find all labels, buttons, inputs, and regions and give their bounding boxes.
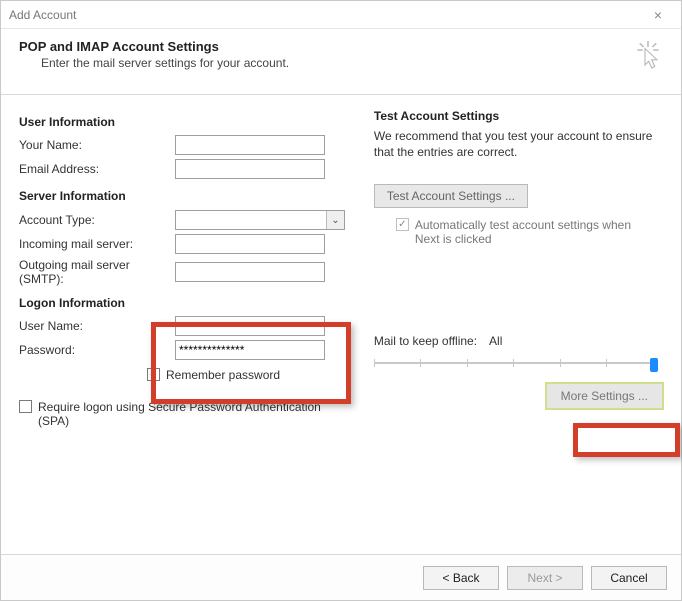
server-info-heading: Server Information (19, 189, 354, 203)
auto-test-checkbox[interactable]: ✓ Automatically test account settings wh… (374, 218, 663, 246)
account-type-select[interactable]: ⌄ (175, 210, 345, 230)
logon-info-heading: Logon Information (19, 296, 354, 310)
dialog-header: POP and IMAP Account Settings Enter the … (1, 29, 681, 95)
require-spa-checkbox[interactable]: Require logon using Secure Password Auth… (19, 400, 354, 428)
remember-password-checkbox[interactable]: ✓ Remember password (147, 368, 280, 382)
click-cursor-icon (633, 39, 663, 76)
password-label: Password: (19, 343, 175, 357)
cancel-button[interactable]: Cancel (591, 566, 667, 590)
header-subtitle: Enter the mail server settings for your … (19, 56, 633, 70)
slider-thumb[interactable] (650, 358, 658, 372)
checkbox-empty-icon (19, 400, 32, 413)
mail-offline-value: All (489, 334, 502, 348)
require-spa-label: Require logon using Secure Password Auth… (38, 400, 338, 428)
auto-test-label: Automatically test account settings when… (415, 218, 645, 246)
test-account-button[interactable]: Test Account Settings ... (374, 184, 528, 208)
outgoing-server-input[interactable] (175, 262, 325, 282)
slider-ticks (374, 359, 654, 367)
dialog-footer: < Back Next > Cancel (1, 554, 681, 600)
mail-offline-label: Mail to keep offline: (374, 334, 477, 348)
username-label: User Name: (19, 319, 175, 333)
username-input[interactable] (175, 316, 325, 336)
window-title: Add Account (9, 8, 643, 22)
incoming-server-input[interactable] (175, 234, 325, 254)
incoming-server-label: Incoming mail server: (19, 237, 175, 251)
test-settings-heading: Test Account Settings (374, 109, 663, 123)
chevron-down-icon: ⌄ (326, 211, 344, 229)
test-settings-desc: We recommend that you test your account … (374, 129, 663, 160)
mail-offline-slider[interactable] (374, 354, 654, 372)
account-type-label: Account Type: (19, 213, 175, 227)
next-button[interactable]: Next > (507, 566, 583, 590)
remember-password-label: Remember password (166, 368, 280, 382)
user-info-heading: User Information (19, 115, 354, 129)
password-input[interactable] (175, 340, 325, 360)
more-settings-button[interactable]: More Settings ... (546, 383, 663, 409)
checkmark-icon: ✓ (396, 218, 409, 231)
titlebar: Add Account × (1, 1, 681, 29)
email-input[interactable] (175, 159, 325, 179)
email-label: Email Address: (19, 162, 175, 176)
your-name-input[interactable] (175, 135, 325, 155)
outgoing-server-label: Outgoing mail server (SMTP): (19, 258, 175, 286)
close-icon[interactable]: × (643, 7, 673, 23)
your-name-label: Your Name: (19, 138, 175, 152)
checkmark-icon: ✓ (147, 368, 160, 381)
header-title: POP and IMAP Account Settings (19, 39, 633, 54)
back-button[interactable]: < Back (423, 566, 499, 590)
